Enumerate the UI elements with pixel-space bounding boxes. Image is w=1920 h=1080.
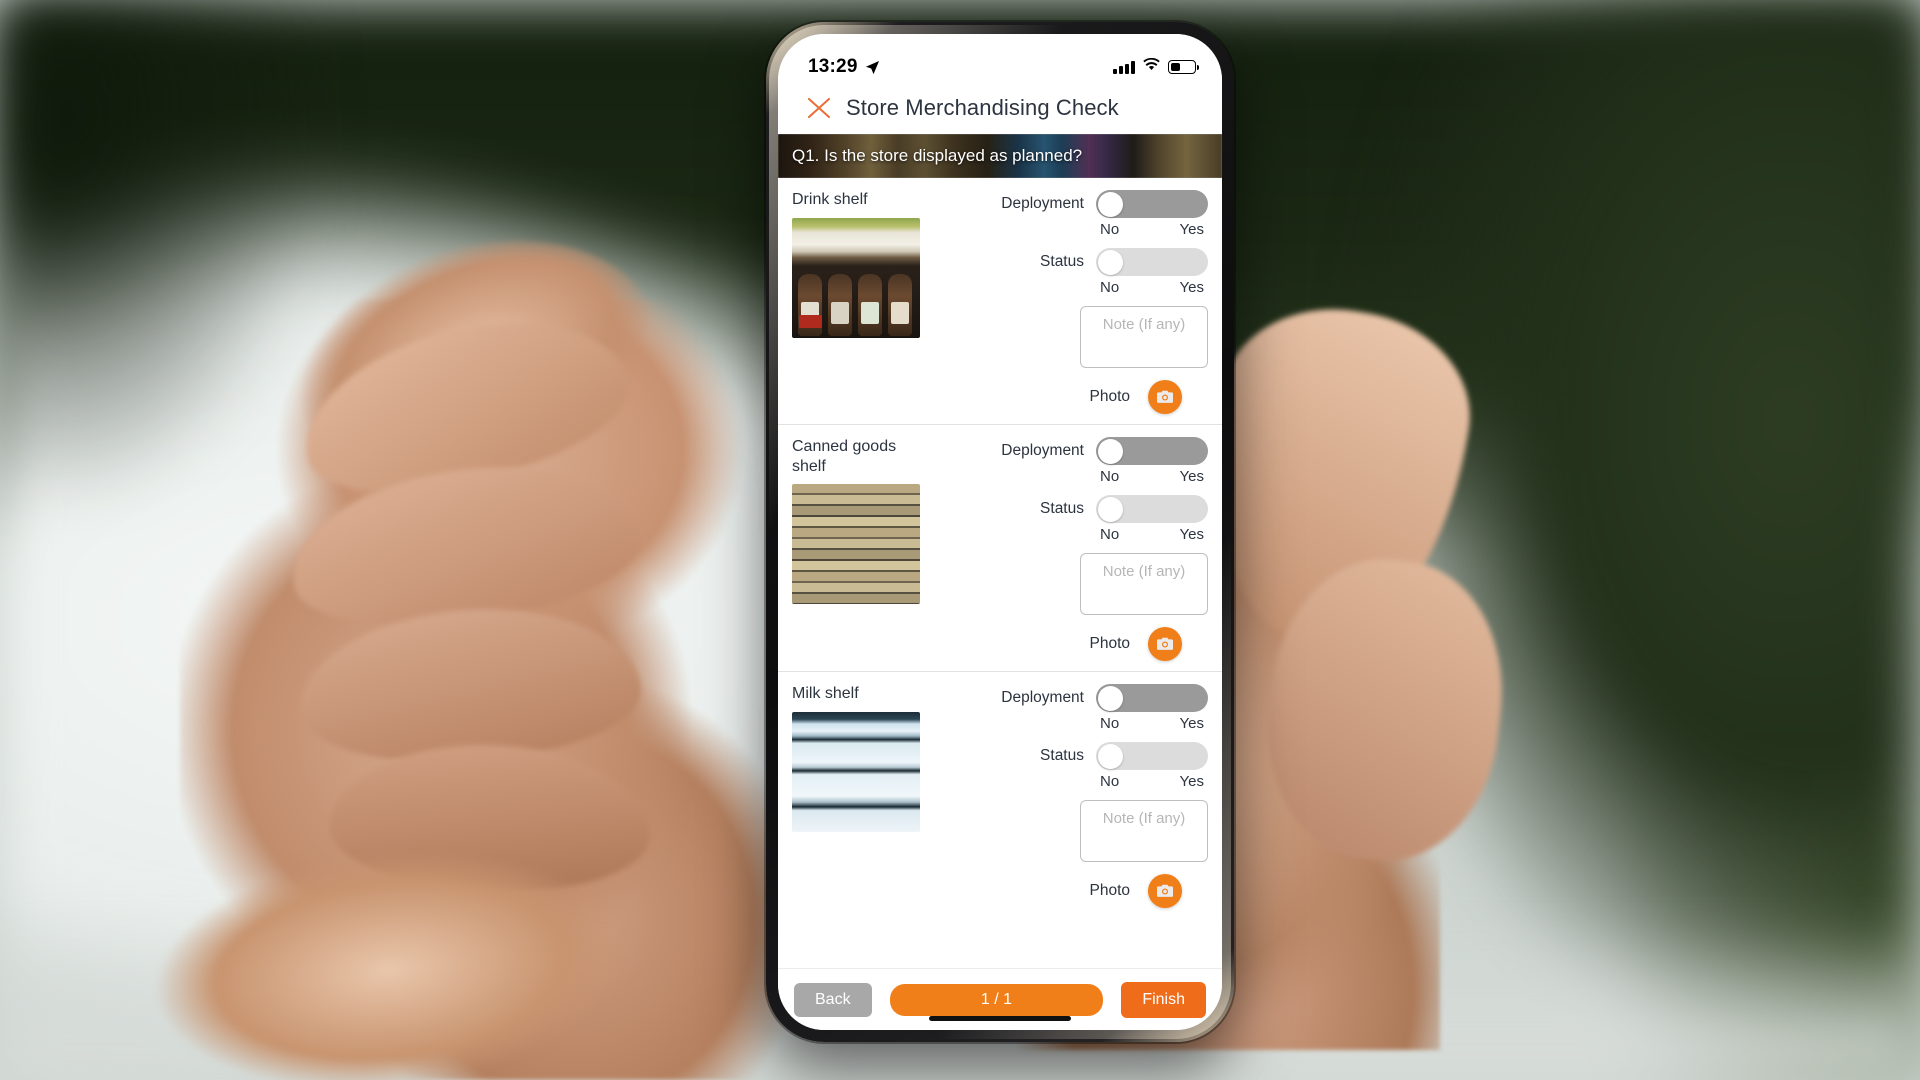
deployment-off-label: No <box>1100 715 1120 732</box>
note-input[interactable]: Note (If any) <box>1080 306 1208 368</box>
status-control: Status <box>942 248 1208 276</box>
location-arrow-icon <box>865 60 880 75</box>
question-banner: Q1. Is the store displayed as planned? <box>778 134 1222 178</box>
deployment-off-label: No <box>1100 221 1120 238</box>
battery-icon <box>1168 60 1200 74</box>
status-bar-left: 13:29 <box>808 56 880 78</box>
item-label: Canned goods shelf <box>792 438 897 475</box>
status-off-label: No <box>1100 279 1120 296</box>
deployment-toggle[interactable] <box>1096 684 1208 712</box>
deployment-scale: No Yes <box>1096 221 1208 238</box>
deployment-on-label: Yes <box>1179 468 1204 485</box>
deployment-control: Deployment <box>942 684 1208 712</box>
toggle-knob <box>1097 438 1123 464</box>
page-indicator[interactable]: 1 / 1 <box>889 983 1104 1016</box>
deployment-scale: No Yes <box>1096 715 1208 732</box>
toggle-knob <box>1097 249 1123 275</box>
status-scale: No Yes <box>1096 526 1208 543</box>
toggle-knob <box>1097 685 1123 711</box>
canned-goods-shelf-photo[interactable] <box>792 484 920 605</box>
photo-label: Photo <box>1089 388 1130 405</box>
item-left-column: Canned goods shelf <box>792 437 934 661</box>
deployment-label: Deployment <box>1001 442 1084 459</box>
item-right-column: Deployment No Yes Status No Yes Note (If… <box>940 437 1208 661</box>
checklist-item: Canned goods shelf Deployment No Yes Sta… <box>778 425 1222 672</box>
phone-screen: 13:29 Store Merchandising Check Q1. Is t… <box>778 34 1222 1030</box>
cellular-signal-icon <box>1113 60 1135 74</box>
status-bar: 13:29 <box>778 34 1222 86</box>
camera-icon[interactable] <box>1148 627 1182 661</box>
close-x-icon[interactable] <box>806 95 832 121</box>
checklist-item: Drink shelf Deployment No Yes Status No … <box>778 178 1222 425</box>
status-toggle[interactable] <box>1096 742 1208 770</box>
deployment-label: Deployment <box>1001 195 1084 212</box>
drink-shelf-photo[interactable] <box>792 217 920 338</box>
back-button[interactable]: Back <box>794 982 872 1017</box>
note-placeholder: Note (If any) <box>1102 563 1186 580</box>
status-bar-clock: 13:29 <box>808 56 858 77</box>
photo-label: Photo <box>1089 635 1130 652</box>
status-control: Status <box>942 742 1208 770</box>
status-toggle[interactable] <box>1096 495 1208 523</box>
item-right-column: Deployment No Yes Status No Yes Note (If… <box>940 684 1208 908</box>
item-right-column: Deployment No Yes Status No Yes Note (If… <box>940 190 1208 414</box>
photo-control: Photo <box>942 627 1208 661</box>
status-on-label: Yes <box>1179 773 1204 790</box>
toggle-knob <box>1097 496 1123 522</box>
toggle-knob <box>1097 191 1123 217</box>
photo-label: Photo <box>1089 882 1130 899</box>
deployment-toggle[interactable] <box>1096 437 1208 465</box>
page-title: Store Merchandising Check <box>846 95 1119 120</box>
note-input[interactable]: Note (If any) <box>1080 800 1208 862</box>
status-off-label: No <box>1100 773 1120 790</box>
item-left-column: Milk shelf <box>792 684 934 908</box>
status-scale: No Yes <box>1096 773 1208 790</box>
app-header: Store Merchandising Check <box>778 86 1222 134</box>
deployment-on-label: Yes <box>1179 221 1204 238</box>
camera-icon[interactable] <box>1148 874 1182 908</box>
status-off-label: No <box>1100 526 1120 543</box>
checklist-item: Milk shelf Deployment No Yes Status No Y… <box>778 672 1222 918</box>
finish-button[interactable]: Finish <box>1121 981 1206 1018</box>
status-bar-right <box>1113 57 1200 76</box>
item-label: Drink shelf <box>792 191 868 208</box>
note-input[interactable]: Note (If any) <box>1080 553 1208 615</box>
item-left-column: Drink shelf <box>792 190 934 414</box>
deployment-on-label: Yes <box>1179 715 1204 732</box>
deployment-label: Deployment <box>1001 689 1084 706</box>
status-scale: No Yes <box>1096 279 1208 296</box>
camera-icon[interactable] <box>1148 380 1182 414</box>
wifi-icon <box>1143 57 1160 76</box>
status-toggle[interactable] <box>1096 248 1208 276</box>
status-on-label: Yes <box>1179 279 1204 296</box>
deployment-control: Deployment <box>942 190 1208 218</box>
photo-control: Photo <box>942 380 1208 414</box>
status-label: Status <box>1040 253 1084 270</box>
note-placeholder: Note (If any) <box>1102 810 1186 827</box>
photo-scene: 13:29 Store Merchandising Check Q1. Is t… <box>0 0 1920 1080</box>
question-text: Q1. Is the store displayed as planned? <box>792 146 1083 165</box>
smartphone-device: 13:29 Store Merchandising Check Q1. Is t… <box>766 22 1234 1042</box>
status-control: Status <box>942 495 1208 523</box>
deployment-toggle[interactable] <box>1096 190 1208 218</box>
note-placeholder: Note (If any) <box>1102 316 1186 333</box>
toggle-knob <box>1097 743 1123 769</box>
item-label: Milk shelf <box>792 685 859 702</box>
checklist-scroll-area[interactable]: Drink shelf Deployment No Yes Status No … <box>778 178 1222 968</box>
status-on-label: Yes <box>1179 526 1204 543</box>
deployment-off-label: No <box>1100 468 1120 485</box>
milk-shelf-photo[interactable] <box>792 711 920 832</box>
status-label: Status <box>1040 747 1084 764</box>
deployment-control: Deployment <box>942 437 1208 465</box>
home-indicator[interactable] <box>929 1016 1071 1021</box>
photo-control: Photo <box>942 874 1208 908</box>
status-label: Status <box>1040 500 1084 517</box>
deployment-scale: No Yes <box>1096 468 1208 485</box>
